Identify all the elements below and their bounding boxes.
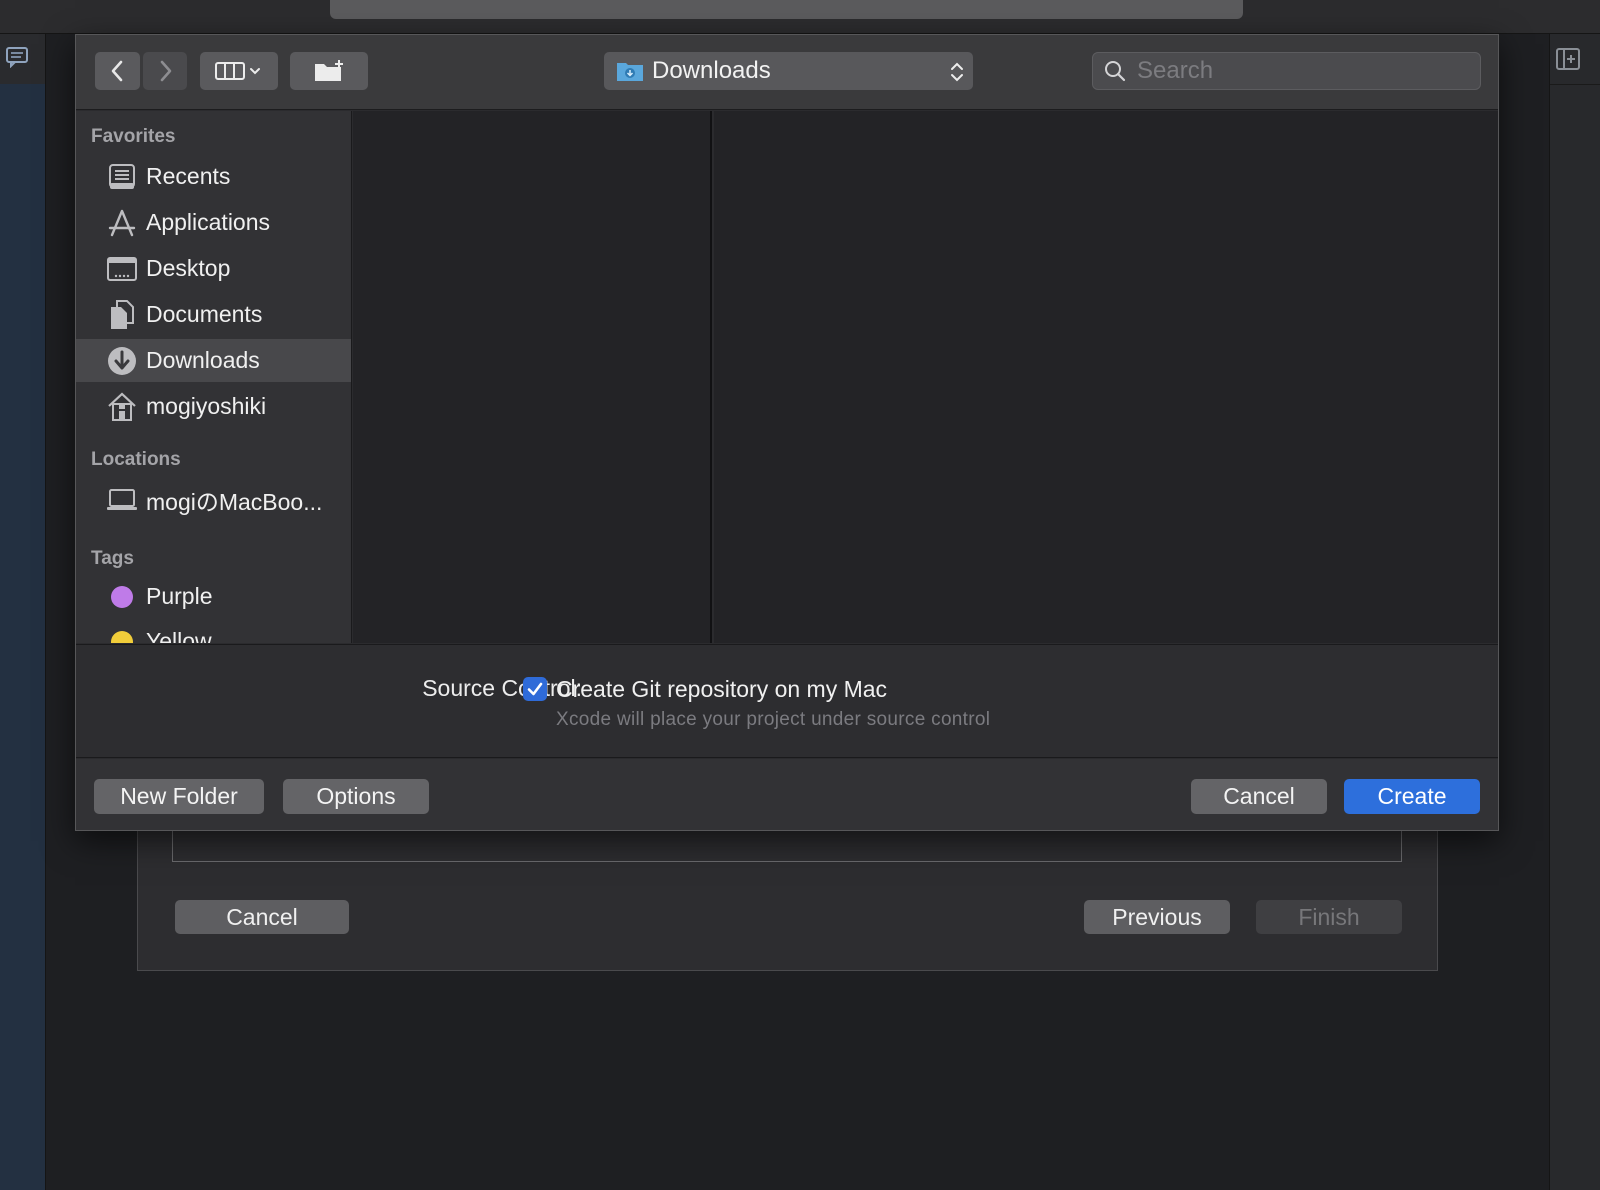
sidebar: Favorites Recents Applications Desktop D…: [76, 111, 352, 643]
dialog-button-bar: New Folder Options Cancel Create: [76, 759, 1498, 830]
location-popup[interactable]: Downloads: [604, 52, 973, 90]
sidebar-item-label: mogiのMacBoo...: [146, 488, 323, 515]
sidebar-item-label: Applications: [146, 209, 271, 235]
sidebar-item-desktop[interactable]: Desktop: [76, 247, 351, 290]
purple-tag-icon: [106, 581, 138, 613]
sidebar-item-applications[interactable]: Applications: [76, 201, 351, 244]
sidebar-item-label: mogiyoshiki: [146, 393, 267, 419]
sidebar-section-locations: Locations: [91, 449, 181, 470]
sidebar-item-label: Purple: [146, 583, 213, 609]
updown-chevron-icon: [951, 62, 963, 82]
browser-column-2[interactable]: [714, 111, 1498, 643]
search-icon: [1105, 61, 1126, 82]
sidebar-item-label: Recents: [146, 163, 231, 189]
sidebar-item-downloads[interactable]: Downloads: [76, 339, 351, 382]
source-control-options: Source Control: Create Git repository on…: [76, 644, 1498, 758]
sidebar-section-favorites: Favorites: [91, 126, 176, 147]
cancel-button[interactable]: Cancel: [1191, 779, 1327, 814]
new-folder-icon: [315, 60, 343, 81]
downloads-folder-icon: [617, 63, 643, 81]
new-folder-toolbar-button[interactable]: [290, 52, 368, 90]
sidebar-section-tags: Tags: [91, 548, 134, 569]
chevron-right-icon: [160, 60, 172, 82]
xcode-navigator-panel: [0, 84, 45, 1190]
location-label: Downloads: [652, 57, 771, 84]
xcode-navigator-strip: [0, 34, 46, 1190]
comment-icon[interactable]: [5, 46, 31, 68]
yellow-tag-icon: [106, 626, 138, 643]
column-view-icon: [215, 62, 260, 80]
sidebar-item-label: Desktop: [146, 255, 231, 281]
search-field[interactable]: [1092, 52, 1481, 90]
add-editor-icon[interactable]: [1555, 47, 1581, 71]
git-repository-note: Xcode will place your project under sour…: [556, 709, 991, 730]
git-repository-label[interactable]: Create Git repository on my Mac: [556, 676, 887, 703]
sidebar-item-macbook[interactable]: mogiのMacBoo...: [76, 478, 351, 521]
sidebar-item-documents[interactable]: Documents: [76, 293, 351, 336]
home-icon: [106, 391, 138, 423]
sidebar-item-tag-purple[interactable]: Purple: [76, 575, 351, 618]
desktop-icon: [106, 253, 138, 285]
create-button[interactable]: Create: [1344, 779, 1480, 814]
sidebar-item-label: Documents: [146, 301, 263, 327]
new-folder-button[interactable]: New Folder: [94, 779, 264, 814]
search-input[interactable]: [1135, 56, 1455, 86]
chevron-left-icon: [111, 60, 122, 82]
browser-column-1[interactable]: [353, 111, 712, 643]
wizard-cancel-button[interactable]: Cancel: [175, 900, 349, 934]
wizard-previous-button[interactable]: Previous: [1084, 900, 1230, 934]
laptop-icon: [106, 484, 138, 516]
back-button[interactable]: [95, 52, 140, 90]
downloads-icon: [106, 345, 138, 377]
documents-icon: [106, 299, 138, 331]
sidebar-item-tag-yellow[interactable]: Yellow: [76, 620, 351, 643]
git-repository-checkbox[interactable]: [523, 677, 547, 701]
recents-icon: [106, 161, 138, 193]
save-dialog: Downloads Favorites: [75, 34, 1499, 831]
xcode-activity-bar: [330, 0, 1243, 19]
sidebar-item-label: Yellow: [146, 628, 212, 643]
sidebar-item-home[interactable]: mogiyoshiki: [76, 385, 351, 428]
sidebar-item-label: Downloads: [146, 347, 260, 373]
divider: [1550, 84, 1600, 85]
dialog-toolbar: Downloads: [76, 35, 1498, 110]
applications-icon: [106, 207, 138, 239]
options-button[interactable]: Options: [283, 779, 429, 814]
sidebar-item-recents[interactable]: Recents: [76, 155, 351, 198]
wizard-finish-button[interactable]: Finish: [1256, 900, 1402, 934]
checkmark-icon: [527, 682, 543, 696]
view-mode-button[interactable]: [200, 52, 278, 90]
forward-button[interactable]: [143, 52, 187, 90]
xcode-inspector-strip: [1549, 34, 1600, 1190]
